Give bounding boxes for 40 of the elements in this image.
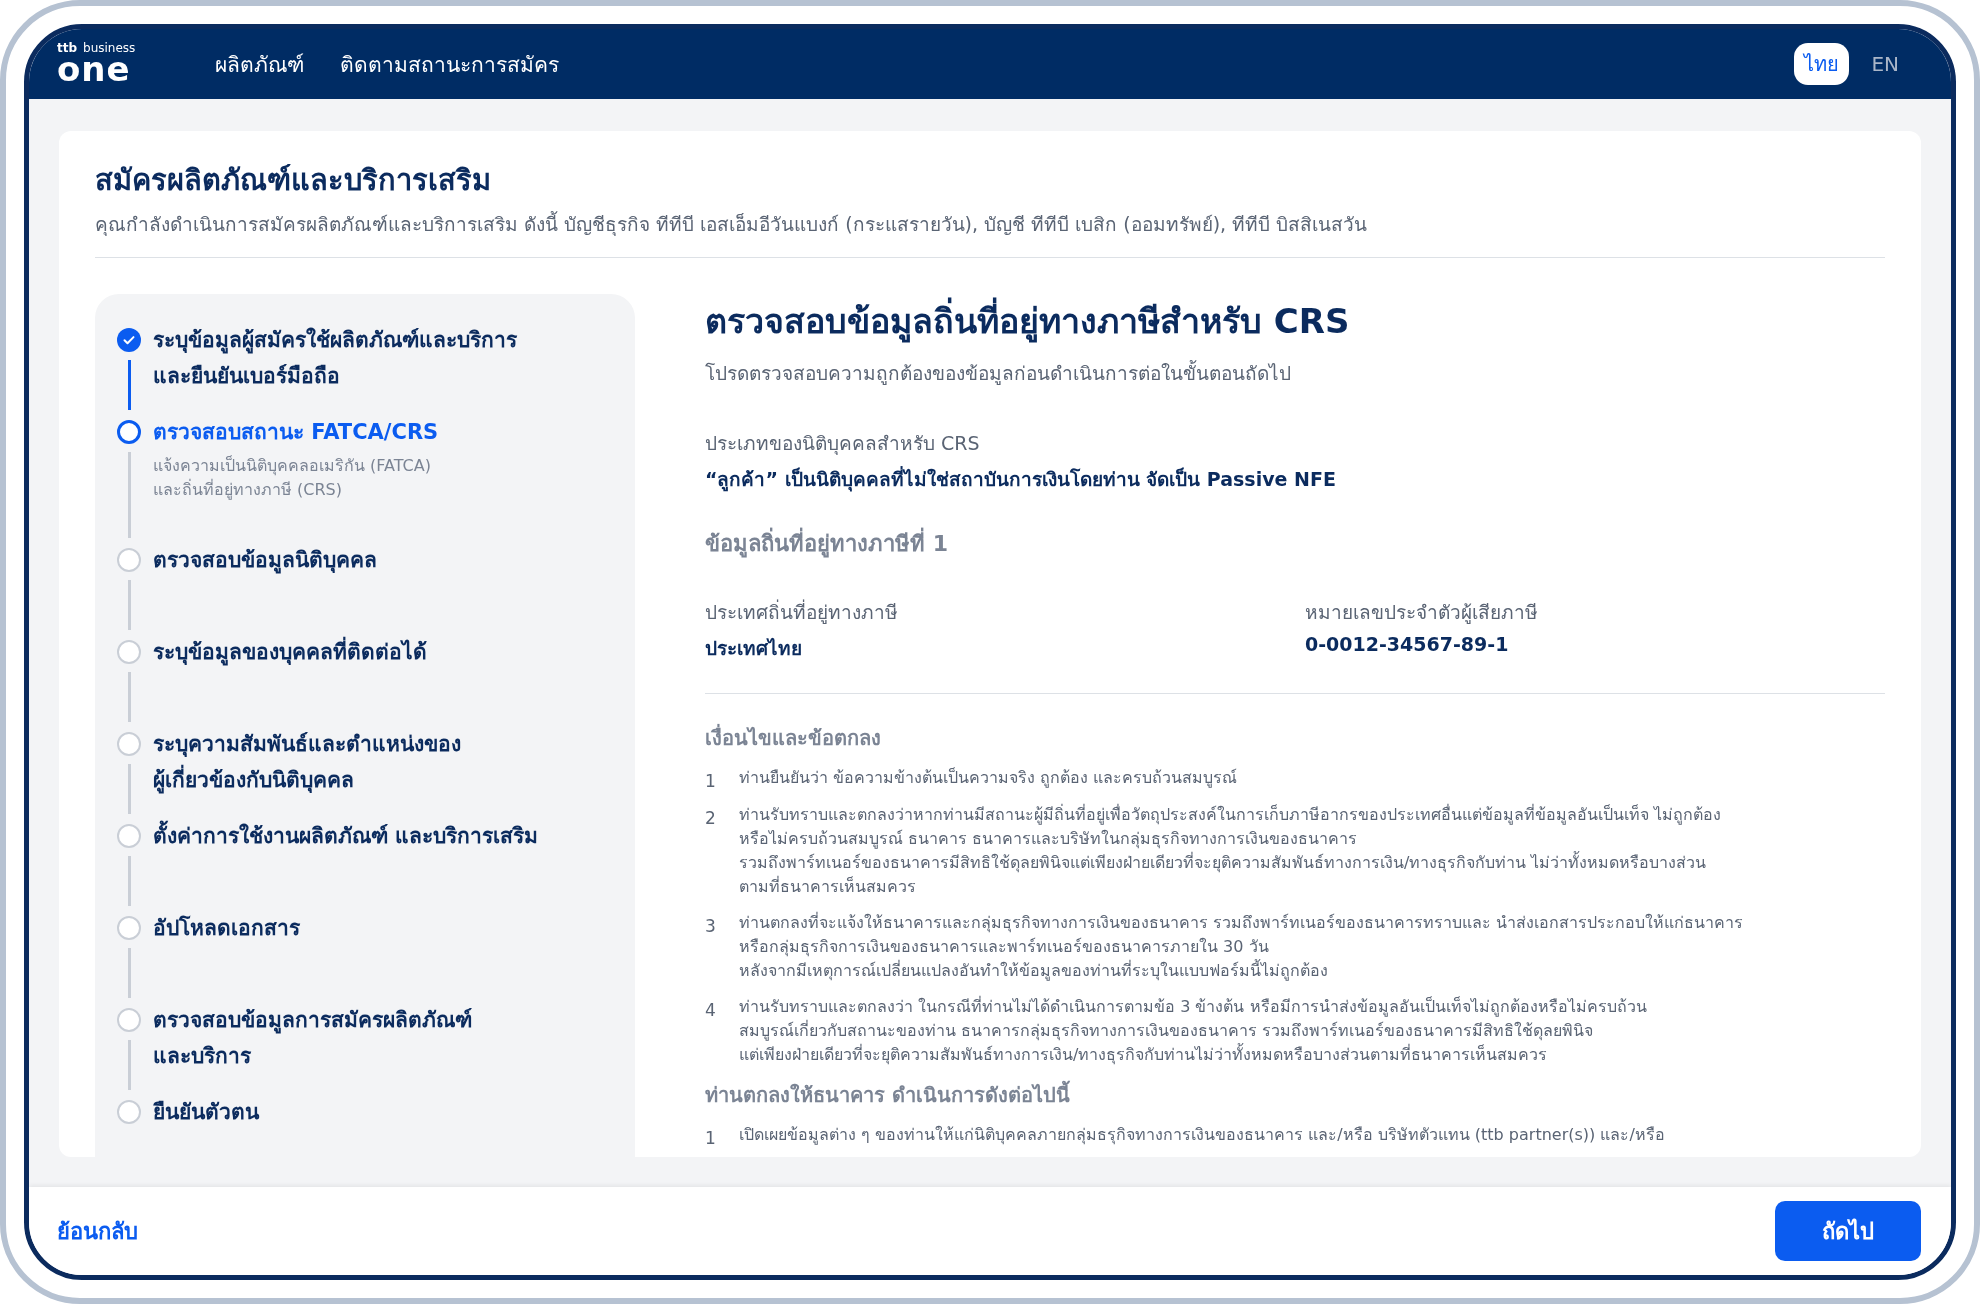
language-toggle[interactable]: EN bbox=[1861, 47, 1909, 81]
term-text: ท่านรับทราบและตกลงว่า ในกรณีที่ท่านไม่ได้ดำเนินการตามข้อ 3 ข้างต้น หรือมีการนำส่งข้อมูลอันเป็นเท็จไม่ถูกต้องหรือไม่ครบถ้วน สมบูรณ์เกี่ยวกับสถานะของท่าน ธนาคารกลุ่มธุรกิจทางการเงินของธนาคาร รวมถึงพาร์ทเนอร์ของธนาคารมีสิทธิใช้ดุลยพินิจ แต่เพียงฝ่ายเดียวที่จะยุติความสัมพันธ์ทางการเงิน/ทางธุรกิจกับท่านไม่ว่าทั้งหมดหรือบางส่วนตามที่ธนาคารเห็นสมควร bbox=[739, 995, 1647, 1067]
term-text: ท่านรับทราบและตกลงว่าหากท่านมีสถานะผู้มีถิ่นที่อยู่เพื่อวัตถุประสงค์ในการเก็บภาษีอากรของประเทศอื่นแต่ข้อมูลที่ข้อมูลอันเป็นเท็จ ไม่ถูกต้อง หรือไม่ครบถ้วนสมบูรณ์ ธนาคาร ธนาคารและบริษัทในกลุ่มธุรกิจทางการเงินของธนาคาร รวมถึงพาร์ทเนอร์ของธนาคารมีสิทธิใช้ดุลยพินิจแต่เพียงฝ่ายเดียวที่จะยุติความสัมพันธ์ทางการเงิน/ทางธุรกิจกับท่าน ไม่ว่าทั้งหมดหรือบางส่วน ตามที่ธนาคารเห็นสมควร bbox=[739, 803, 1722, 898]
field-value: “ลูกค้า” เป็นนิติบุคคลที่ไม่ใช่สถาบันการเงินโดยท่าน จัดเป็น Passive NFE bbox=[705, 465, 1337, 494]
field-label: หมายเลขประจำตัวผู้เสียภาษี bbox=[1305, 600, 1539, 626]
nav-link[interactable]: ผลิตภัณฑ์ bbox=[215, 47, 305, 81]
page-subtitle: คุณกำลังดำเนินการสมัครผลิตภัณฑ์และบริการเสริม ดังนี้ บัญชีธุรกิจ ทีทีบี เอสเอ็มอีวันแบงก์ (กระแสรายวัน), บัญชี ทีทีบี เบสิก (ออมทรัพย์), ทีทีบี บิสสิเนสวัน bbox=[95, 210, 1369, 238]
field-value: ประเทศไทย bbox=[705, 636, 803, 661]
section-subtitle: โปรดตรวจสอบความถูกต้องของข้อมูลก่อนดำเนินการต่อในขั้นตอนถัดไป bbox=[705, 359, 1292, 387]
nav-link[interactable]: ติดตามสถานะการสมัคร bbox=[340, 47, 560, 81]
item-number: 1 bbox=[705, 1127, 717, 1148]
term-text: ท่านตกลงที่จะแจ้งให้ธนาคารและกลุ่มธุรกิจทางการเงินของธนาคาร รวมถึงพาร์ทเนอร์ของธนาคารทราบและ นำส่งเอกสารประกอบให้แก่ธนาคาร หรือกลุ่มธุรกิจการเงินของธนาคารและพาร์ทเนอร์ของธนาคารภายใน 30 วัน หลังจากมีเหตุการณ์เปลี่ยนแปลงอันทำให้ข้อมูลของท่านที่ระบุในแบบฟอร์มนี้ไม่ถูกต้อง bbox=[739, 911, 1744, 983]
terms-heading: เงื่อนไขและข้อตกลง bbox=[705, 723, 882, 752]
language-toggle[interactable]: ไทย bbox=[1794, 43, 1850, 85]
item-number: 2 bbox=[705, 807, 717, 830]
logo[interactable]: ttb business one bbox=[57, 42, 136, 86]
step-label: ระบุข้อมูลของบุคคลที่ติดต่อได้ bbox=[153, 634, 427, 670]
field-value: 0-0012-34567-89-1 bbox=[1305, 633, 1510, 655]
step-label: ตรวจสอบข้อมูลนิติบุคคล bbox=[153, 547, 377, 576]
step-description: แจ้งความเป็นนิติบุคคลอเมริกัน (FATCA) และถิ่นที่อยู่ทางภาษี (CRS) bbox=[153, 454, 432, 502]
field-label: ประเภทของนิติบุคคลสำหรับ CRS bbox=[705, 431, 981, 457]
item-number: 3 bbox=[705, 915, 717, 938]
step-label: ตรวจสอบสถานะ FATCA/CRS bbox=[153, 419, 439, 446]
terms-heading: ท่านตกลงให้ธนาคาร ดำเนินการดังต่อไปนี้ bbox=[705, 1079, 1885, 1111]
term-text: ท่านยืนยันว่า ข้อความข้างต้นเป็นความจริง ถูกต้อง และครบถ้วนสมบูรณ์ bbox=[739, 766, 1238, 790]
step-label: ยืนยันตัวตน bbox=[153, 1099, 259, 1126]
step-label: ตั้งค่าการใช้งานผลิตภัณฑ์ และบริการเสริม bbox=[153, 818, 539, 854]
step-label: ระบุความสัมพันธ์และตำแหน่งของ ผู้เกี่ยวข้องกับนิติบุคคล bbox=[153, 731, 461, 796]
step-label: ตรวจสอบข้อมูลการสมัครผลิตภัณฑ์ และบริการ bbox=[153, 1007, 472, 1070]
section-title: ตรวจสอบข้อมูลถิ่นที่อยู่ทางภาษีสำหรับ CRS bbox=[705, 294, 1885, 348]
step-label: อัปโหลดเอกสาร bbox=[153, 914, 300, 942]
term-text: เปิดเผยข้อมูลต่าง ๆ ของท่านให้แก่นิติบุคคลภายกลุ่มธรุกิจทางการเงินของธนาคาร และ/หรือ บริษัทตัวแทน (ttb partner(s)) และ/หรือ bbox=[739, 1124, 1665, 1147]
subsection-heading: ข้อมูลถิ่นที่อยู่ทางภาษีที่ 1 bbox=[705, 526, 1885, 561]
page-title: สมัครผลิตภัณฑ์และบริการเสริม bbox=[95, 162, 492, 199]
next-button[interactable]: ถัดไป bbox=[1775, 1201, 1921, 1261]
field-label: ประเทศถิ่นที่อยู่ทางภาษี bbox=[705, 598, 899, 626]
step-label: ระบุข้อมูลผู้สมัครใช้ผลิตภัณฑ์และบริการ และยืนยันเบอร์มือถือ bbox=[153, 326, 517, 390]
item-number: 1 bbox=[705, 770, 717, 791]
back-link[interactable]: ย้อนกลับ bbox=[57, 1213, 138, 1249]
item-number: 4 bbox=[705, 999, 717, 1022]
